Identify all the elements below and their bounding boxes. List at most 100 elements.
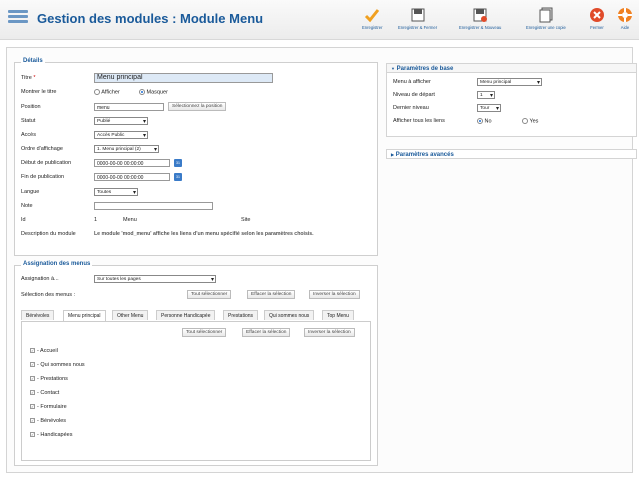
copy-icon [539, 7, 553, 23]
checkbox[interactable]: ✓ [30, 432, 35, 438]
advanced-params-header[interactable]: ▶ Paramètres avancés [386, 149, 637, 159]
menu-tabs: Bénévoles Menu principal Other Menu Pers… [21, 310, 371, 321]
required-mark: * [33, 75, 36, 81]
save-copy-label: Enregistrer une copie [526, 25, 566, 30]
menu-item-label: - Prestations [37, 376, 68, 382]
access-label: Accès [21, 132, 36, 138]
tab-prestations[interactable]: Prestations [223, 310, 259, 320]
show-radio[interactable] [94, 89, 100, 95]
pub-start-label: Début de publication [21, 160, 72, 166]
save-button[interactable]: Enregistrer [362, 7, 382, 30]
page-title: Gestion des modules : Module Menu [37, 11, 264, 26]
tab-qui-sommes-nous[interactable]: Qui sommes nous [264, 310, 315, 320]
position-input[interactable]: menu [94, 103, 164, 111]
menu-item-label: - Bénévoles [37, 418, 67, 424]
description-text: Le module 'mod_menu' affiche les liens d… [94, 231, 314, 237]
position-label: Position [21, 104, 41, 110]
hide-text: Masquer [146, 89, 168, 96]
end-level-select[interactable]: Tour [477, 104, 501, 112]
tab-top-menu[interactable]: Top Menu [322, 310, 354, 320]
status-label: Statut [21, 118, 36, 124]
tab-other-menu[interactable]: Other Menu [112, 310, 149, 320]
start-level-select[interactable]: 1 [477, 91, 495, 99]
checkbox[interactable]: ✓ [30, 348, 35, 354]
save-close-label: Enregistrer & Fermer [398, 25, 438, 30]
menu-item[interactable]: ✓ - Contact [30, 390, 59, 396]
checkbox[interactable]: ✓ [30, 362, 35, 368]
help-icon [618, 8, 632, 22]
invert-selection-button[interactable]: Inverser la sélection [309, 290, 360, 299]
collapse-icon: ▼ [391, 66, 395, 71]
close-icon [590, 8, 604, 22]
save-copy-button[interactable]: Enregistrer une copie [526, 7, 566, 30]
menu-item-label: - Qui sommes nous [37, 362, 85, 368]
note-input[interactable] [94, 202, 213, 210]
save-close-button[interactable]: Enregistrer & Fermer [398, 7, 437, 30]
menu-item[interactable]: ✓ - Bénévoles [30, 418, 66, 424]
select-all-button[interactable]: Tout sélectionner [187, 290, 232, 299]
menu-item[interactable]: ✓ - Prestations [30, 376, 68, 382]
basic-params-header[interactable]: ▼ Paramètres de base [386, 63, 637, 73]
end-level-label: Dernier niveau [393, 105, 429, 111]
show-all-label: Afficher tous les liens [393, 118, 445, 124]
pub-end-input[interactable]: 0000-00-00 00:00:00 [94, 173, 170, 181]
clear-selection-button[interactable]: Effacer la sélection [247, 290, 296, 299]
show-text: Afficher [101, 89, 120, 96]
panel-select-all-button[interactable]: Tout sélectionner [182, 328, 227, 337]
tab-personne-handicapee[interactable]: Personne Handicapée [156, 310, 216, 320]
checkbox[interactable]: ✓ [30, 404, 35, 410]
description-label: Description du module [21, 231, 76, 237]
show-title-label: Montrer le titre [21, 89, 57, 95]
panel-invert-selection-button[interactable]: Inverser la sélection [304, 328, 355, 337]
menu-item[interactable]: ✓ - Accueil [30, 348, 58, 354]
help-label: Aide [620, 25, 630, 30]
menu-item-label: - Contact [37, 390, 60, 396]
save-new-button[interactable]: Enregistrer & Nouveau [459, 7, 501, 30]
language-select[interactable]: Toutes [94, 188, 138, 196]
module-type: Menu [123, 217, 137, 223]
status-select[interactable]: Publié [94, 117, 148, 125]
save-close-icon [411, 8, 425, 22]
assign-select[interactable]: Sur toutes les pages [94, 275, 216, 283]
menu-item[interactable]: ✓ - Qui sommes nous [30, 362, 85, 368]
access-select[interactable]: Accès Public [94, 131, 148, 139]
order-label: Ordre d'affichage [21, 146, 63, 152]
id-label: Id [21, 217, 26, 223]
menu-items-panel: Tout sélectionner Effacer la sélection I… [21, 321, 371, 461]
checkbox[interactable]: ✓ [30, 376, 35, 382]
no-radio[interactable] [477, 118, 483, 124]
client-site: Site [241, 217, 251, 223]
tab-benevoles[interactable]: Bénévoles [21, 310, 55, 320]
language-label: Langue [21, 189, 40, 195]
order-select[interactable]: 1. Menu principal (2) [94, 145, 159, 153]
menu-label: Menu à afficher [393, 79, 431, 85]
pub-start-input[interactable]: 0000-00-00 00:00:00 [94, 159, 170, 167]
title-input[interactable]: Menu principal [94, 73, 273, 83]
title-label: Titre * [21, 75, 35, 81]
menu-item[interactable]: ✓ - Handicapées [30, 432, 72, 438]
calendar-icon[interactable]: 31 [174, 173, 182, 181]
menu-selection-label: Sélection des menus : [21, 292, 76, 298]
checkbox[interactable]: ✓ [30, 390, 35, 396]
save-label: Enregistrer [362, 25, 383, 30]
calendar-icon[interactable]: 31 [174, 159, 182, 167]
menu-select[interactable]: Menu principal [477, 78, 542, 86]
help-button[interactable]: Aide [617, 7, 633, 30]
toolbar-header: Gestion des modules : Module Menu Enregi… [0, 0, 639, 40]
menu-item[interactable]: ✓ - Formulaire [30, 404, 67, 410]
yes-option[interactable]: Yes [522, 118, 538, 124]
menu-assignment-fieldset: Assignation des menus Assignation à... S… [14, 261, 378, 466]
expand-icon: ▶ [391, 152, 395, 157]
checkbox[interactable]: ✓ [30, 418, 35, 424]
note-label: Note [21, 203, 33, 209]
title-label-text: Titre [21, 75, 32, 81]
panel-clear-selection-button[interactable]: Effacer la sélection [242, 328, 291, 337]
select-position-button[interactable]: Sélectionnez la position [168, 102, 227, 111]
yes-radio[interactable] [522, 118, 528, 124]
no-option[interactable]: No [477, 118, 492, 124]
hide-option[interactable]: Masquer [139, 89, 168, 95]
tab-menu-principal[interactable]: Menu principal [63, 310, 106, 321]
close-button[interactable]: Fermer [589, 7, 605, 30]
show-option[interactable]: Afficher [94, 89, 120, 95]
hide-radio[interactable] [139, 89, 145, 95]
